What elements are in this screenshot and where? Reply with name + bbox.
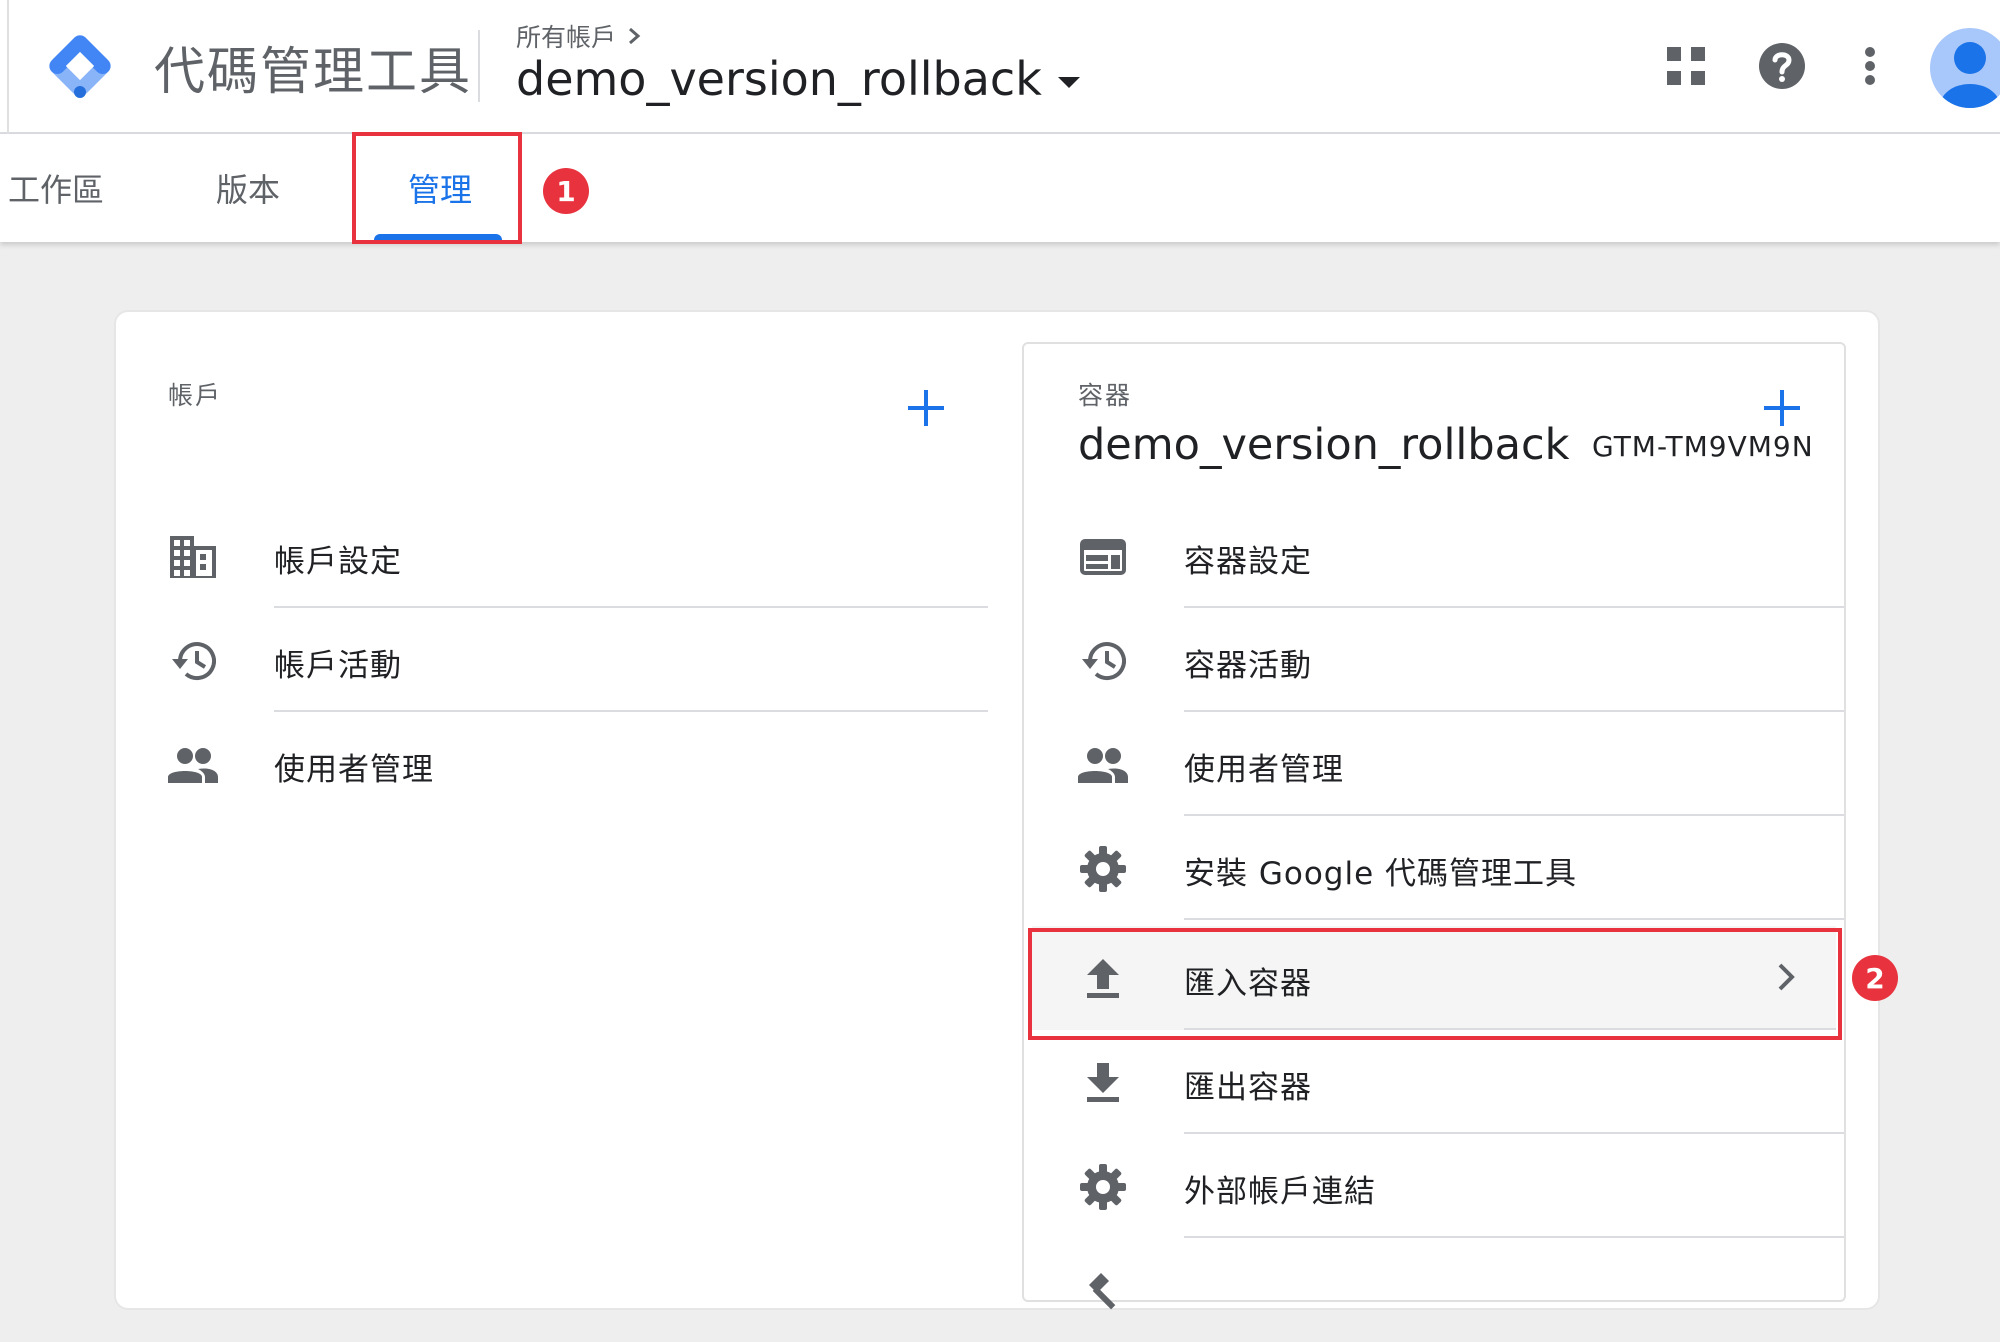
annotation-badge-2: 2 [1852,955,1898,1001]
import-container-row[interactable]: 匯入容器 [1032,926,1836,1030]
container-user-management-label: 使用者管理 [1184,752,1344,788]
account-settings-label: 帳戶設定 [274,544,402,580]
container-activity-label: 容器活動 [1184,648,1312,684]
container-selector-name: demo_version_rollback [516,52,1042,106]
header-divider [478,30,480,102]
account-avatar[interactable] [1930,28,2000,108]
annotation-badge-1: 1 [543,168,589,214]
container-activity-row[interactable]: 容器活動 [1078,608,1844,712]
person-icon [1940,42,2000,108]
account-settings-row[interactable]: 帳戶設定 [168,504,988,608]
import-container-label: 匯入容器 [1184,966,1312,1002]
tab-bar: 工作區 版本 管理 [0,134,2000,242]
active-tab-indicator [374,234,502,242]
tab-admin[interactable]: 管理 [408,134,472,242]
container-selector[interactable]: demo_version_rollback [516,52,1080,106]
app-header: 代碼管理工具 所有帳戶 demo_version_rollback [0,0,2000,134]
chevron-right-icon [629,27,641,45]
people-icon [1078,742,1128,788]
external-account-links-row[interactable]: 外部帳戶連結 [1078,1134,1844,1238]
download-icon [1078,1060,1128,1106]
gear-icon [1078,846,1128,892]
account-user-management-label: 使用者管理 [274,752,434,788]
container-user-management-row[interactable]: 使用者管理 [1078,712,1844,816]
export-container-label: 匯出容器 [1184,1070,1312,1106]
gear-icon [1078,1164,1128,1210]
chevron-right-icon [1776,962,1796,996]
external-account-links-label: 外部帳戶連結 [1184,1174,1376,1210]
tab-versions[interactable]: 版本 [216,134,280,242]
account-activity-label: 帳戶活動 [274,648,402,684]
account-user-management-row[interactable]: 使用者管理 [168,712,988,816]
container-title: demo_version_rollback [1078,420,1570,470]
history-icon [168,638,218,684]
people-icon [168,742,218,788]
tab-workspace[interactable]: 工作區 [8,134,104,242]
account-activity-row[interactable]: 帳戶活動 [168,608,988,712]
row-divider [1184,918,1844,920]
more-vert-icon[interactable] [1840,36,1900,96]
building-icon [168,534,218,580]
container-settings-label: 容器設定 [1184,544,1312,580]
partial-row[interactable] [1078,1238,1844,1342]
hammer-icon [1078,1268,1128,1314]
left-divider [7,0,9,134]
add-container-icon[interactable] [1764,390,1800,426]
upload-icon [1078,956,1128,1002]
dropdown-caret-icon [1057,76,1080,88]
browser-window-icon [1078,534,1128,580]
install-gtm-row[interactable]: 安裝 Google 代碼管理工具 [1078,816,1844,920]
tag-manager-logo-icon[interactable] [46,32,114,100]
breadcrumb-all-accounts[interactable]: 所有帳戶 [516,18,616,54]
add-account-icon[interactable] [908,390,944,426]
breadcrumb[interactable]: 所有帳戶 [516,18,644,54]
apps-grid-icon[interactable] [1656,36,1716,96]
install-gtm-label: 安裝 Google 代碼管理工具 [1184,856,1578,892]
account-section-label: 帳戶 [168,381,223,410]
container-section-label: 容器 [1078,381,1133,410]
container-settings-row[interactable]: 容器設定 [1078,504,1844,608]
export-container-row[interactable]: 匯出容器 [1078,1030,1844,1134]
product-name: 代碼管理工具 [154,43,473,102]
help-icon[interactable] [1752,36,1812,96]
history-icon [1078,638,1128,684]
container-id: GTM-TM9VM9N [1592,430,1814,463]
